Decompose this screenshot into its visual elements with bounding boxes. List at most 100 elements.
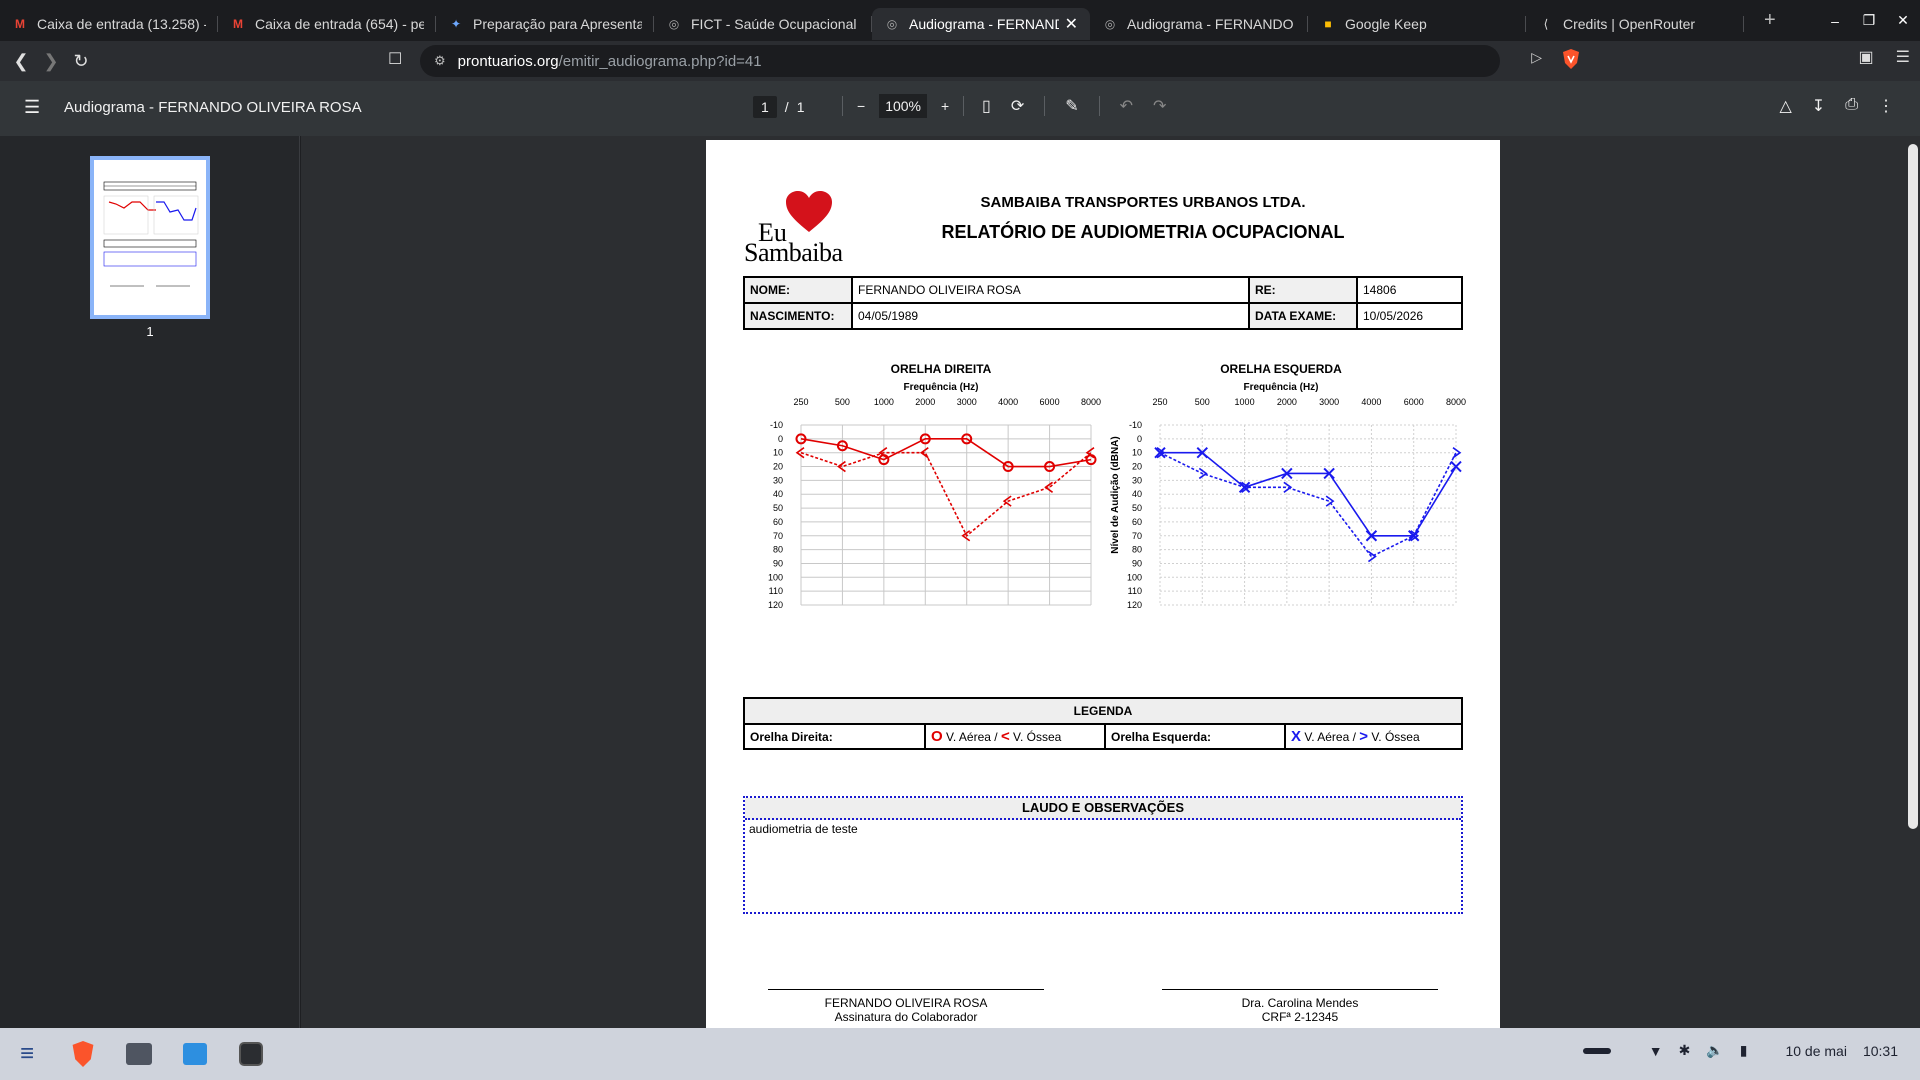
y-tick-label: 60 — [1132, 517, 1142, 527]
tab-7[interactable]: ■ Google Keep — [1308, 8, 1526, 40]
pdf-title: Audiograma - FERNANDO OLIVEIRA ROSA — [64, 99, 362, 116]
redo-icon[interactable]: ↷ — [1153, 96, 1166, 116]
tab-1[interactable]: M Caixa de entrada (13.258) - — [0, 8, 218, 40]
zoom-controls: − 100% + — [842, 94, 965, 118]
volume-icon[interactable]: 🔈 — [1706, 1042, 1723, 1059]
files-icon[interactable] — [122, 1037, 156, 1071]
chart-title: ORELHA DIREITA — [891, 362, 992, 376]
page-input[interactable]: 1 — [753, 96, 777, 118]
bluetooth-icon[interactable]: ✱ — [1679, 1042, 1691, 1059]
brave-shield-icon[interactable] — [1562, 49, 1580, 74]
tab-4[interactable]: ◎ FICT - Saúde Ocupacional — [654, 8, 872, 40]
right-air-symbol: O — [931, 728, 943, 745]
zorin-menu-icon[interactable]: ≡ — [10, 1037, 44, 1071]
data-point-bone — [1044, 481, 1054, 493]
reload-icon[interactable]: ↻ — [66, 51, 96, 72]
signature-line — [1162, 989, 1438, 990]
y-tick-label: 70 — [773, 531, 783, 541]
gmail-icon: M — [233, 16, 243, 31]
zoom-in-icon[interactable]: + — [941, 98, 949, 114]
download-icon[interactable]: ↧ — [1812, 96, 1825, 116]
y-tick-label: 80 — [1132, 545, 1142, 555]
re-value: 14806 — [1356, 276, 1463, 304]
tab-5[interactable]: ◎ Audiograma - FERNANDO ✕ — [872, 7, 1090, 40]
battery-icon[interactable]: ▮ — [1740, 1042, 1748, 1059]
battery-bar-icon[interactable] — [1582, 1047, 1611, 1054]
x-tick-label: 3000 — [1319, 397, 1339, 407]
fit-page-icon[interactable]: ▯ — [982, 96, 991, 116]
y-tick-label: 10 — [773, 448, 783, 458]
minimize-icon[interactable]: – — [1818, 13, 1852, 29]
tab-title: Audiograma - FERNANDO — [909, 15, 1059, 32]
clock-time[interactable]: 10:31 — [1863, 1043, 1898, 1059]
y-tick-label: -10 — [770, 420, 783, 430]
page-thumbnail[interactable] — [90, 156, 210, 319]
laudo-box: LAUDO E OBSERVAÇÕES audiometria de teste — [743, 796, 1463, 914]
tab-title: Caixa de entrada (13.258) - — [37, 15, 206, 32]
more-options-icon[interactable]: ⋮ — [1878, 96, 1894, 116]
y-tick-label: 120 — [768, 600, 783, 610]
x-tick-label: 250 — [793, 397, 808, 407]
browser-menu-icon[interactable]: ☰ — [1896, 47, 1910, 67]
sidebar-toggle-icon[interactable]: ☰ — [24, 97, 40, 118]
app-icon[interactable] — [234, 1037, 268, 1071]
y-tick-label: 30 — [1132, 475, 1142, 485]
divider — [963, 96, 965, 116]
bookmark-icon[interactable]: ☐ — [388, 49, 402, 69]
y-tick-label: 0 — [1137, 434, 1142, 444]
store-icon[interactable] — [178, 1037, 212, 1071]
re-label: RE: — [1248, 276, 1358, 304]
x-tick-label: 3000 — [957, 397, 977, 407]
new-tab-icon[interactable]: + — [1764, 9, 1776, 32]
tab-6[interactable]: ◎ Audiograma - FERNANDO O — [1090, 8, 1308, 40]
x-tick-label: 8000 — [1081, 397, 1101, 407]
print-icon[interactable]: ⎙ — [1845, 96, 1858, 116]
annotate-icon[interactable]: ✎ — [1065, 96, 1078, 116]
clock-date[interactable]: 10 de mai — [1785, 1043, 1846, 1059]
close-window-icon[interactable]: ✕ — [1886, 12, 1920, 29]
brave-taskbar-icon[interactable] — [66, 1037, 100, 1071]
signature-line — [768, 989, 1044, 990]
rotate-icon[interactable]: ⟳ — [1011, 96, 1024, 116]
legend-left-label: Orelha Esquerda: — [1104, 723, 1286, 750]
back-icon[interactable]: ❮ — [6, 51, 36, 72]
pdf-page: Eu Sambaiba SAMBAIBA TRANSPORTES URBANOS… — [706, 140, 1500, 1028]
tab-strip: M Caixa de entrada (13.258) - M Caixa de en… — [0, 0, 1920, 41]
tab-2[interactable]: M Caixa de entrada (654) - pe — [218, 8, 436, 40]
keep-icon: ■ — [1324, 16, 1332, 31]
legend-right-label: Orelha Direita: — [743, 723, 926, 750]
play-icon[interactable]: ▷ — [1531, 49, 1542, 66]
left-air-symbol: X — [1291, 728, 1302, 745]
divider — [842, 96, 843, 116]
drive-save-icon[interactable]: △ — [1779, 96, 1791, 116]
x-tick-label: 4000 — [998, 397, 1018, 407]
zoom-input[interactable]: 100% — [879, 94, 927, 118]
laudo-text: audiometria de teste — [749, 822, 858, 836]
pdf-tools: ▯ ⟳ ✎ ↶ ↷ — [982, 96, 1166, 116]
site-settings-icon[interactable]: ⚙ — [434, 53, 446, 69]
pdf-right-tools: △ ↧ ⎙ ⋮ — [1779, 96, 1894, 116]
undo-icon[interactable]: ↶ — [1120, 96, 1133, 116]
scrollbar[interactable] — [1908, 144, 1918, 829]
wifi-icon[interactable]: ▼ — [1649, 1043, 1663, 1059]
address-bar[interactable]: ⚙ prontuarios.org/emitir_audiograma.php?… — [420, 45, 1500, 77]
wallet-icon[interactable]: ▣ — [1859, 47, 1874, 67]
tab-title: Audiograma - FERNANDO O — [1127, 15, 1296, 32]
x-tick-label: 2000 — [1277, 397, 1297, 407]
pdf-toolbar: ☰ Audiograma - FERNANDO OLIVEIRA ROSA 1 … — [0, 81, 1920, 136]
x-tick-label: 2000 — [915, 397, 935, 407]
tab-3[interactable]: ✦ Preparação para Apresenta — [436, 8, 654, 40]
x-axis-label: Frequência (Hz) — [903, 382, 978, 393]
close-tab-icon[interactable]: ✕ — [1065, 14, 1078, 34]
restore-icon[interactable]: ❐ — [1852, 12, 1886, 29]
forward-icon[interactable]: ❯ — [36, 51, 66, 72]
audiogram-charts: ORELHA DIREITAFrequência (Hz)250 500 1000 2… — [768, 362, 1466, 610]
y-tick-label: 20 — [1132, 462, 1142, 472]
tab-8[interactable]: ⟨ Credits | OpenRouter — [1526, 8, 1744, 40]
left-bone-text: V. Óssea — [1368, 730, 1420, 744]
y-tick-label: 50 — [773, 503, 783, 513]
y-tick-label: 80 — [773, 545, 783, 555]
x-axis-label: Frequência (Hz) — [1243, 382, 1318, 393]
zoom-out-icon[interactable]: − — [857, 98, 865, 114]
x-tick-label: 250 — [1152, 397, 1167, 407]
